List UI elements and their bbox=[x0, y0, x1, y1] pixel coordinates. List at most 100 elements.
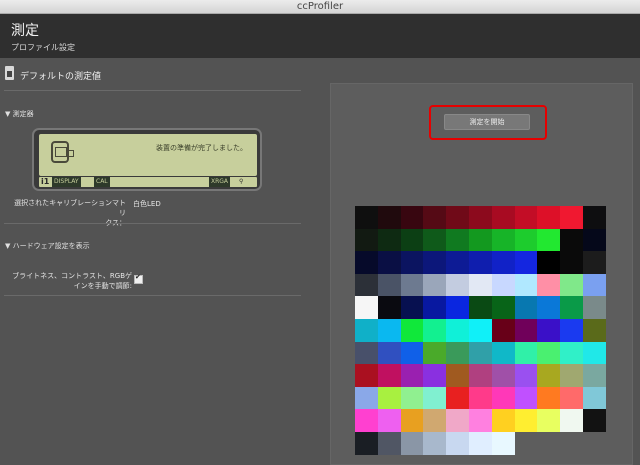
color-patch bbox=[491, 432, 515, 455]
lcd-screen: 装置の準備が完了しました。 bbox=[39, 134, 257, 176]
lcd-status-message: 装置の準備が完了しました。 bbox=[156, 144, 247, 152]
color-patch bbox=[446, 251, 470, 275]
color-patch bbox=[377, 296, 401, 320]
color-patch bbox=[491, 273, 515, 297]
color-patch bbox=[491, 206, 515, 229]
color-patch bbox=[537, 273, 561, 297]
color-patch bbox=[423, 386, 447, 410]
page-title: 測定 bbox=[11, 23, 39, 39]
color-patch bbox=[423, 273, 447, 297]
color-patch bbox=[491, 228, 515, 252]
color-patch bbox=[400, 386, 424, 410]
color-patch bbox=[537, 296, 561, 320]
color-patch bbox=[355, 432, 379, 455]
device-icon bbox=[51, 141, 74, 163]
color-patch bbox=[400, 319, 424, 342]
device-disclosure-toggle[interactable]: ▼ 測定器 bbox=[5, 109, 34, 119]
color-patch bbox=[469, 341, 493, 365]
color-patch bbox=[469, 296, 493, 320]
color-patch bbox=[377, 228, 401, 252]
lcd-lamp-icon: ⚲ bbox=[239, 178, 244, 185]
hardware-disclosure-toggle[interactable]: ▼ ハードウェア設定を表示 bbox=[5, 241, 90, 251]
color-patch bbox=[446, 319, 470, 342]
color-patch bbox=[377, 319, 401, 342]
rgb-gain-label: ブライトネス、コントラスト、RGBゲ インを手動で調節: bbox=[8, 271, 132, 291]
color-patch bbox=[583, 273, 607, 297]
color-patch bbox=[560, 319, 584, 342]
start-measurement-button[interactable]: 測定を開始 bbox=[444, 114, 530, 130]
color-patch bbox=[446, 364, 470, 388]
color-patch bbox=[514, 409, 538, 433]
color-patch bbox=[560, 251, 584, 275]
color-patch bbox=[583, 386, 607, 410]
window-title: ccProfiler bbox=[296, 1, 344, 12]
color-patch bbox=[491, 251, 515, 275]
color-patch bbox=[400, 228, 424, 252]
color-patch bbox=[377, 341, 401, 365]
color-patch bbox=[514, 296, 538, 320]
rgb-gain-label-line1: ブライトネス、コントラスト、RGBゲ bbox=[12, 272, 132, 280]
color-patch bbox=[560, 296, 584, 320]
color-patch bbox=[377, 386, 401, 410]
color-patch bbox=[446, 228, 470, 252]
color-patch bbox=[400, 251, 424, 275]
color-patch bbox=[560, 386, 584, 410]
color-patch bbox=[491, 341, 515, 365]
color-patch bbox=[469, 319, 493, 342]
lcd-status-bar: i1 DISPLAY CAL XRGA ⚲ bbox=[39, 177, 257, 187]
lcd-i1-label: i1 bbox=[41, 177, 50, 186]
color-patch bbox=[355, 228, 379, 252]
color-patch bbox=[583, 206, 607, 229]
color-patch bbox=[583, 409, 607, 433]
color-patch-grid bbox=[355, 206, 607, 458]
color-patch bbox=[537, 364, 561, 388]
color-patch bbox=[491, 386, 515, 410]
color-patch bbox=[514, 341, 538, 365]
color-patch bbox=[469, 228, 493, 252]
color-patch bbox=[583, 296, 607, 320]
color-patch bbox=[491, 296, 515, 320]
color-patch bbox=[377, 273, 401, 297]
color-patch bbox=[469, 364, 493, 388]
color-patch bbox=[514, 251, 538, 275]
calibration-matrix-value[interactable]: 白色LED bbox=[133, 199, 161, 209]
color-patch bbox=[537, 386, 561, 410]
color-patch bbox=[583, 364, 607, 388]
color-patch bbox=[377, 251, 401, 275]
color-patch bbox=[400, 364, 424, 388]
color-patch bbox=[560, 341, 584, 365]
rgb-gain-checkbox[interactable] bbox=[134, 273, 143, 284]
color-patch bbox=[537, 319, 561, 342]
color-patch bbox=[423, 228, 447, 252]
divider bbox=[4, 223, 301, 224]
color-patch bbox=[583, 319, 607, 342]
color-patch bbox=[400, 409, 424, 433]
divider bbox=[4, 90, 301, 91]
color-patch bbox=[446, 409, 470, 433]
color-patch bbox=[355, 296, 379, 320]
color-patch bbox=[583, 341, 607, 365]
page-header: 測定 プロファイル設定 bbox=[0, 14, 640, 58]
color-patch bbox=[560, 273, 584, 297]
color-patch bbox=[423, 206, 447, 229]
color-patch bbox=[377, 206, 401, 229]
color-patch bbox=[537, 409, 561, 433]
color-patch bbox=[469, 432, 493, 455]
color-patch bbox=[560, 409, 584, 433]
color-patch bbox=[537, 251, 561, 275]
rgb-gain-label-line2: インを手動で調節: bbox=[73, 282, 132, 290]
color-patch bbox=[560, 364, 584, 388]
color-patch bbox=[514, 206, 538, 229]
color-patch bbox=[446, 386, 470, 410]
color-patch bbox=[355, 206, 379, 229]
color-patch bbox=[537, 206, 561, 229]
color-patch bbox=[446, 432, 470, 455]
color-patch bbox=[423, 296, 447, 320]
color-patch bbox=[537, 228, 561, 252]
color-patch bbox=[355, 364, 379, 388]
color-patch bbox=[400, 273, 424, 297]
color-patch bbox=[423, 432, 447, 455]
color-patch bbox=[377, 409, 401, 433]
color-patch bbox=[423, 409, 447, 433]
device-lcd-display: 装置の準備が完了しました。 i1 DISPLAY CAL XRGA ⚲ bbox=[32, 128, 262, 191]
